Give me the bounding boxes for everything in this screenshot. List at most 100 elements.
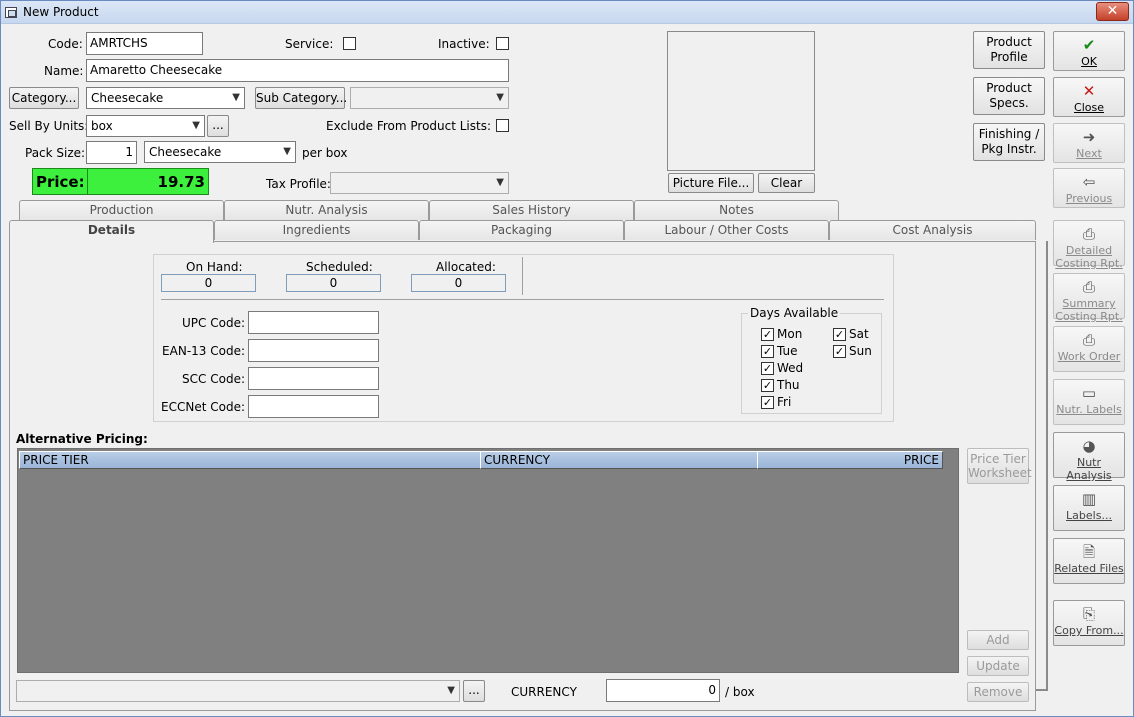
sub-category-button[interactable]: Sub Category... (255, 87, 347, 109)
close-button[interactable]: ✕ Close (1053, 77, 1125, 117)
report-icon: ⎙ (1082, 278, 1095, 296)
price-tier-select[interactable]: ▼ (16, 680, 460, 702)
on-hand-label: On Hand: (186, 260, 243, 274)
stock-divider (522, 257, 523, 295)
tab-nutr-analysis[interactable]: Nutr. Analysis (224, 200, 429, 220)
sell-by-units-browse-button[interactable]: ... (207, 115, 229, 137)
alt-price-input[interactable]: 0 (606, 679, 720, 702)
detailed-costing-label: Detailed Costing Rpt. (1055, 244, 1123, 270)
ean13-code-input[interactable] (248, 339, 379, 362)
summary-costing-report-button[interactable]: ⎙ Summary Costing Rpt. (1053, 273, 1125, 323)
chevron-down-icon: ▼ (283, 146, 291, 157)
tab-cost-analysis[interactable]: Cost Analysis (829, 220, 1036, 240)
price-display: Price: 19.73 (32, 168, 209, 195)
clear-picture-button[interactable]: Clear (758, 173, 815, 193)
related-files-button[interactable]: 🗎 Related Files (1053, 538, 1125, 584)
tab-labour-other-costs[interactable]: Labour / Other Costs (624, 220, 829, 240)
allocated-label: Allocated: (436, 260, 496, 274)
new-product-window: New Product ✕ Code: AMRTCHS Service: Ina… (0, 0, 1134, 717)
day-sat-checkbox[interactable] (833, 328, 846, 341)
tab-packaging[interactable]: Packaging (419, 220, 624, 240)
day-thu-checkbox[interactable] (761, 379, 774, 392)
day-tue-checkbox[interactable] (761, 345, 774, 358)
previous-label: Previous (1065, 192, 1113, 205)
day-thu[interactable]: Thu (761, 378, 800, 392)
ok-label: OK (1081, 55, 1097, 68)
sell-by-units-select[interactable]: box ▼ (86, 115, 205, 137)
price-tier-browse-button[interactable]: ... (463, 680, 485, 702)
column-header-price[interactable]: PRICE (757, 451, 943, 469)
name-input[interactable]: Amaretto Cheesecake (86, 59, 509, 82)
nutrition-label-icon: ▭ (1081, 384, 1097, 402)
category-select[interactable]: Cheesecake ▼ (86, 87, 245, 109)
day-wed[interactable]: Wed (761, 361, 803, 375)
previous-button[interactable]: ⇦ Previous (1053, 168, 1125, 208)
tab-details[interactable]: Details (9, 220, 214, 243)
price-label: Price: (36, 173, 85, 191)
window-title: New Product (23, 5, 99, 19)
column-header-price-tier[interactable]: PRICE TIER (19, 451, 481, 469)
remove-button[interactable]: Remove (967, 682, 1029, 702)
checkmark-icon: ✔ (1082, 36, 1096, 54)
finishing-pkg-instr-button[interactable]: Finishing / Pkg Instr. (973, 123, 1045, 161)
tab-sales-history[interactable]: Sales History (429, 200, 634, 220)
day-sun[interactable]: Sun (833, 344, 872, 358)
day-sat-label: Sat (849, 327, 869, 341)
pack-size-unit-select[interactable]: Cheesecake ▼ (144, 141, 296, 163)
product-specs-button[interactable]: Product Specs. (973, 77, 1045, 115)
update-button[interactable]: Update (967, 656, 1029, 676)
alternative-pricing-grid[interactable]: PRICE TIER CURRENCY PRICE (17, 448, 959, 673)
related-files-label: Related Files (1054, 562, 1124, 575)
window-close-button[interactable]: ✕ (1096, 2, 1129, 21)
day-tue-label: Tue (777, 344, 798, 358)
upc-code-input[interactable] (248, 311, 379, 334)
days-available-title: Days Available (748, 306, 841, 320)
category-button[interactable]: Category... (9, 87, 79, 109)
copy-from-button[interactable]: ⎘ Copy From... (1053, 600, 1125, 646)
code-input[interactable]: AMRTCHS (86, 32, 203, 55)
day-wed-checkbox[interactable] (761, 362, 774, 375)
copy-icon: ⎘ (1082, 605, 1095, 623)
day-sun-label: Sun (849, 344, 872, 358)
chevron-down-icon: ▼ (496, 92, 504, 103)
service-checkbox[interactable] (343, 37, 356, 50)
inactive-checkbox[interactable] (496, 37, 509, 50)
scc-code-input[interactable] (248, 367, 379, 390)
add-button[interactable]: Add (967, 630, 1029, 650)
sell-by-units-label: Sell By Units: (9, 119, 89, 133)
price-tier-worksheet-button[interactable]: Price Tier Worksheet (967, 448, 1032, 484)
labels-button[interactable]: ▥ Labels... (1053, 485, 1125, 531)
day-fri[interactable]: Fri (761, 395, 791, 409)
tax-profile-select[interactable]: ▼ (330, 172, 509, 194)
day-fri-label: Fri (777, 395, 792, 409)
product-profile-button[interactable]: Product Profile (973, 31, 1045, 69)
per-unit-box-label: / box (725, 685, 755, 699)
detailed-costing-report-button[interactable]: ⎙ Detailed Costing Rpt. (1053, 220, 1125, 270)
day-tue[interactable]: Tue (761, 344, 798, 358)
arrow-right-icon: ➜ (1082, 128, 1096, 146)
day-sun-checkbox[interactable] (833, 345, 846, 358)
sub-category-select[interactable]: ▼ (350, 87, 509, 109)
tab-production[interactable]: Production (19, 200, 224, 220)
finishing-label: Finishing / Pkg Instr. (978, 127, 1040, 156)
eccnet-code-input[interactable] (248, 395, 379, 418)
day-fri-checkbox[interactable] (761, 396, 774, 409)
nutr-labels-button[interactable]: ▭ Nutr. Labels (1053, 379, 1125, 425)
ok-button[interactable]: ✔ OK (1053, 31, 1125, 71)
tab-ingredients[interactable]: Ingredients (214, 220, 419, 240)
day-mon[interactable]: Mon (761, 327, 802, 341)
picture-file-button[interactable]: Picture File... (668, 173, 754, 193)
exclude-checkbox[interactable] (496, 119, 509, 132)
pack-size-input[interactable]: 1 (86, 141, 137, 164)
next-button[interactable]: ➜ Next (1053, 123, 1125, 163)
day-sat[interactable]: Sat (833, 327, 869, 341)
nutr-analysis-button[interactable]: ◕ Nutr Analysis (1053, 432, 1125, 482)
chevron-down-icon: ▼ (447, 685, 455, 696)
day-mon-checkbox[interactable] (761, 328, 774, 341)
day-thu-label: Thu (777, 378, 800, 392)
work-order-button[interactable]: ⎙ Work Order (1053, 326, 1125, 372)
upc-code-label: UPC Code: (182, 316, 245, 330)
per-unit-label: per box (302, 146, 348, 160)
column-header-currency[interactable]: CURRENCY (480, 451, 758, 469)
tab-notes[interactable]: Notes (634, 200, 839, 220)
